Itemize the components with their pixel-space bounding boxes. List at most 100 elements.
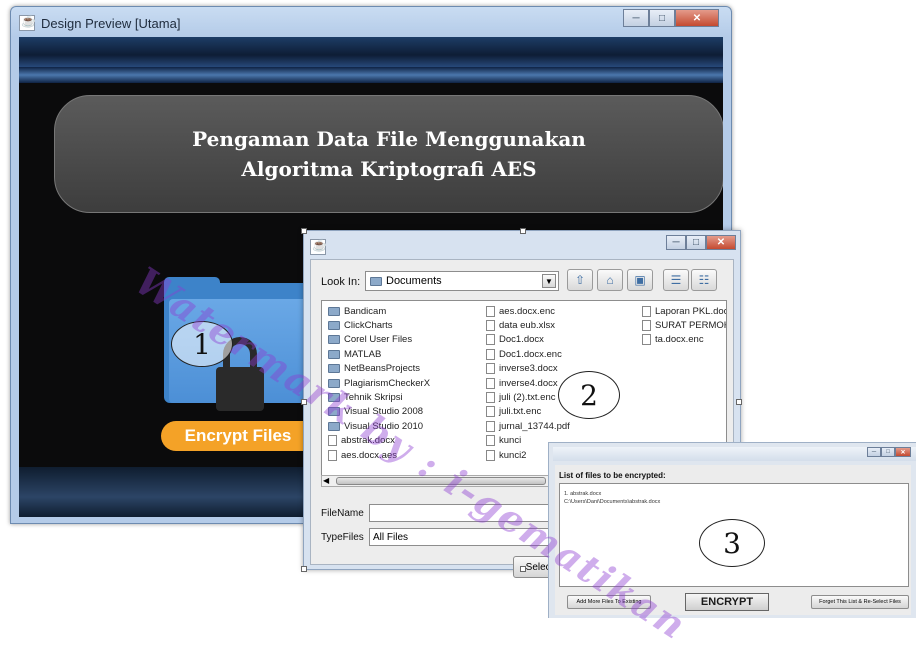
file-icon <box>642 320 651 332</box>
up-one-level-button[interactable]: ⇧ <box>567 269 593 291</box>
new-folder-button[interactable]: ▣ <box>627 269 653 291</box>
file-icon <box>486 392 495 404</box>
file-list-item-label: PlagiarismCheckerX <box>344 377 431 389</box>
forget-list-button[interactable]: Forget This List & Re-Select Files <box>811 595 909 609</box>
file-list-item[interactable]: inverse3.docx <box>486 362 570 376</box>
callout-2: 2 <box>558 371 620 419</box>
close-button[interactable]: ✕ <box>675 9 719 27</box>
file-list-item[interactable]: Bandicam <box>328 304 430 318</box>
file-list-item-label: kunci2 <box>499 449 527 461</box>
file-icon <box>328 435 337 447</box>
file-icon <box>486 449 495 461</box>
look-in-label: Look In: <box>321 276 361 288</box>
encrypt-dialog-caption-buttons: ─ □ ✕ <box>867 447 911 457</box>
file-list-item[interactable]: juli.txt.enc <box>486 405 570 419</box>
header-stripe-light <box>19 67 723 83</box>
file-list-item-label: juli (2).txt.enc <box>499 392 556 404</box>
encrypt-dialog-titlebar <box>553 447 916 461</box>
close-button[interactable]: ✕ <box>895 447 911 457</box>
folder-icon <box>328 335 340 345</box>
callout-3: 3 <box>699 519 765 567</box>
file-list-item[interactable]: ClickCharts <box>328 318 430 332</box>
file-list-item-label: kunci <box>499 435 522 447</box>
java-app-icon <box>310 238 327 255</box>
file-list-item-label: jurnal_13744.pdf <box>499 420 570 432</box>
main-window-title: Design Preview [Utama] <box>41 15 181 31</box>
file-chooser-caption-buttons: ─ □ ✕ <box>666 235 736 250</box>
look-in-value: Documents <box>386 275 442 287</box>
file-list-item-label: MATLAB <box>344 348 382 360</box>
file-list-item[interactable]: aes.docx.enc <box>486 304 570 318</box>
file-list-item-label: Corel User Files <box>344 334 413 346</box>
file-list-item[interactable]: inverse4.docx <box>486 376 570 390</box>
minimize-button[interactable]: ─ <box>867 447 881 457</box>
list-line: 1. abstrak.docx <box>564 491 602 497</box>
file-list-item-label: inverse3.docx <box>499 363 558 375</box>
list-view-button[interactable]: ☰ <box>663 269 689 291</box>
file-name-label: FileName <box>321 508 364 519</box>
folder-icon <box>370 276 382 286</box>
file-list-item-label: SURAT PERMOHO <box>655 320 726 332</box>
file-list-item[interactable]: Doc1.docx <box>486 333 570 347</box>
file-list-item-label: ta.docx.enc <box>655 334 704 346</box>
file-list-item-label: Laporan PKL.docx <box>655 305 727 317</box>
minimize-button[interactable]: ─ <box>623 9 649 27</box>
file-icon <box>642 334 651 346</box>
java-app-icon <box>19 14 36 31</box>
file-list-item[interactable]: Doc1.docx.enc <box>486 347 570 361</box>
file-list-item-label: ClickCharts <box>344 320 393 332</box>
file-icon <box>486 348 495 360</box>
banner-title: Pengaman Data File Menggunakan Algoritma… <box>192 127 586 181</box>
home-button[interactable]: ⌂ <box>597 269 623 291</box>
maximize-button[interactable]: □ <box>881 447 895 457</box>
file-list-item[interactable]: NetBeansProjects <box>328 362 430 376</box>
file-list-item-label: NetBeansProjects <box>344 363 421 375</box>
resize-handle[interactable] <box>301 566 307 572</box>
file-list-column-3: Laporan PKL.docx SURAT PERMOHO ta.docx.enc <box>642 304 727 347</box>
file-list-item-label: aes.docx.enc <box>499 305 555 317</box>
file-icon <box>486 377 495 389</box>
main-window-titlebar: Design Preview [Utama] <box>19 13 180 33</box>
maximize-button[interactable]: □ <box>649 9 675 27</box>
file-list-item[interactable]: data eub.xlsx <box>486 318 570 332</box>
maximize-button[interactable]: □ <box>686 235 706 250</box>
resize-handle[interactable] <box>736 399 742 405</box>
list-line: C:\Users\Dani\Documents\abstrak.docx <box>564 499 661 505</box>
file-list-item-label: data eub.xlsx <box>499 320 555 332</box>
title-banner: Pengaman Data File Menggunakan Algoritma… <box>54 95 723 213</box>
file-list-item-label: Doc1.docx <box>499 334 544 346</box>
file-list-item[interactable]: MATLAB <box>328 347 430 361</box>
resize-handle[interactable] <box>520 566 526 572</box>
folder-icon <box>328 364 340 374</box>
folder-icon <box>328 321 340 331</box>
resize-handle[interactable] <box>520 228 526 234</box>
file-icon <box>486 334 495 346</box>
file-icon <box>486 363 495 375</box>
encrypt-button[interactable]: ENCRYPT <box>685 593 769 611</box>
file-list-item[interactable]: Corel User Files <box>328 333 430 347</box>
minimize-button[interactable]: ─ <box>666 235 686 250</box>
chevron-down-icon[interactable]: ▼ <box>542 274 556 288</box>
scroll-left-icon[interactable]: ◀ <box>323 476 329 485</box>
file-icon <box>486 305 495 317</box>
file-list-item[interactable]: SURAT PERMOHO <box>642 318 726 332</box>
folder-icon <box>328 349 340 359</box>
folder-icon <box>328 306 340 316</box>
header-stripe <box>19 37 723 67</box>
file-list-item[interactable]: Laporan PKL.docx <box>642 304 727 318</box>
file-types-value: All Files <box>373 531 409 543</box>
file-list-item[interactable]: ta.docx.enc <box>642 333 726 347</box>
close-button[interactable]: ✕ <box>706 235 736 250</box>
files-list-label: List of files to be encrypted: <box>559 471 666 480</box>
file-list-item-label: juli.txt.enc <box>499 406 542 418</box>
file-types-label: TypeFiles <box>321 532 364 543</box>
file-list-item-label: inverse4.docx <box>499 377 558 389</box>
look-in-combo[interactable]: Documents ▼ <box>365 271 559 291</box>
file-icon <box>486 320 495 332</box>
encrypt-files-button[interactable]: Encrypt Files <box>161 421 315 451</box>
details-view-button[interactable]: ☷ <box>691 269 717 291</box>
file-list-item-label: Doc1.docx.enc <box>499 348 562 360</box>
file-icon <box>486 420 495 432</box>
resize-handle[interactable] <box>301 228 307 234</box>
file-list-item[interactable]: jurnal_13744.pdf <box>486 419 570 433</box>
